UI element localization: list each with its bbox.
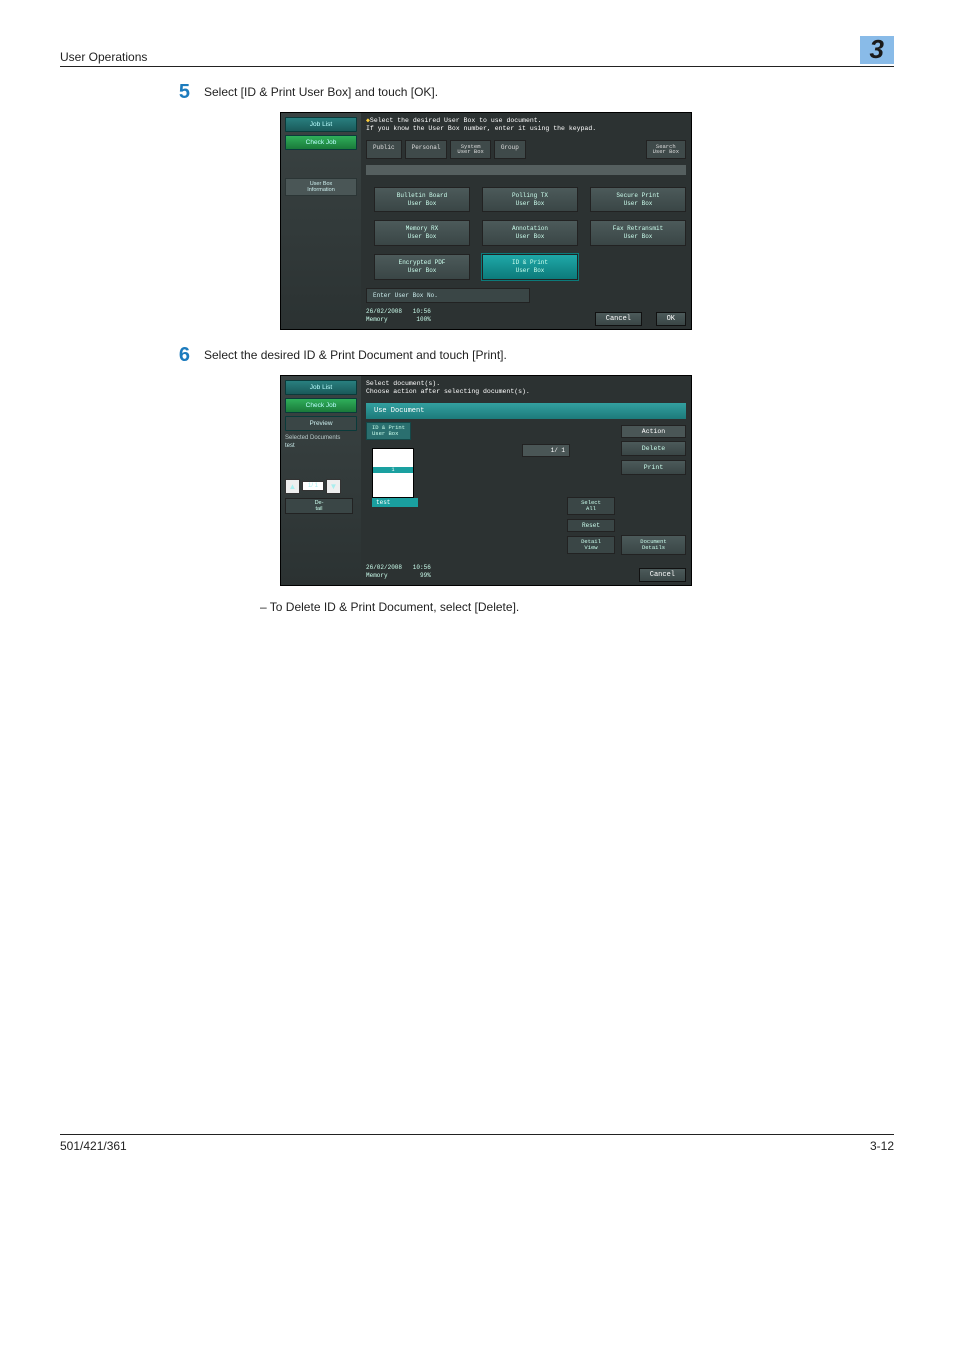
- tab-personal[interactable]: Personal: [405, 140, 448, 159]
- screenshot-user-box: Job List Check Job User Box Information …: [280, 112, 692, 330]
- msg2: If you know the User Box number, enter i…: [366, 125, 596, 132]
- step-number-6: 6: [160, 344, 190, 367]
- msg1: Select the desired User Box to use docum…: [370, 117, 542, 124]
- action-label: Action: [621, 425, 686, 438]
- print-button[interactable]: Print: [621, 460, 686, 475]
- footer-right: 3-12: [870, 1139, 894, 1153]
- cancel-button-2[interactable]: Cancel: [639, 568, 686, 582]
- document-details-button[interactable]: Document Details: [621, 535, 686, 555]
- ok-button[interactable]: OK: [656, 312, 686, 326]
- pager: ▲ 1/ 1 ▼: [285, 479, 357, 494]
- section-title: User Operations: [60, 50, 147, 64]
- tab-group[interactable]: Group: [494, 140, 526, 159]
- detail-view-button[interactable]: Detail View: [567, 536, 615, 554]
- page-indicator: 1/ 1: [302, 481, 324, 491]
- screenshot-id-print: Job List Check Job Preview Selected Docu…: [280, 375, 692, 586]
- fax-retransmit-box-button[interactable]: Fax Retransmit User Box: [590, 220, 686, 246]
- id-print-box-button[interactable]: ID & Print User Box: [482, 254, 578, 280]
- step-text-5: Select [ID & Print User Box] and touch […: [204, 85, 438, 99]
- footer-left: 501/421/361: [60, 1139, 127, 1153]
- encrypted-pdf-box-button[interactable]: Encrypted PDF User Box: [374, 254, 470, 280]
- check-job-button[interactable]: Check Job: [285, 135, 357, 150]
- msg1b: Select document(s).: [366, 380, 440, 387]
- tab-system[interactable]: System User Box: [450, 140, 490, 159]
- delete-note: – To Delete ID & Print Document, select …: [260, 600, 894, 614]
- selected-doc-name: test: [285, 443, 357, 449]
- step-number-5: 5: [160, 81, 190, 104]
- thumb-number: 1: [373, 467, 413, 473]
- cancel-button[interactable]: Cancel: [595, 312, 642, 326]
- page-up-icon[interactable]: ▲: [285, 479, 300, 494]
- job-list-button[interactable]: Job List: [285, 117, 357, 132]
- datetime-memory: 26/02/2008 10:56 Memory 100%: [366, 308, 431, 322]
- memory-rx-box-button[interactable]: Memory RX User Box: [374, 220, 470, 246]
- job-list-button-2[interactable]: Job List: [285, 380, 357, 395]
- thumb-label: test: [372, 498, 418, 507]
- id-print-sub-tab[interactable]: ID & Print User Box: [366, 422, 411, 440]
- msg2b: Choose action after selecting document(s…: [366, 388, 530, 395]
- user-box-info-tab[interactable]: User Box Information: [285, 178, 357, 196]
- label-strip: [366, 165, 686, 175]
- document-thumbnail[interactable]: 1: [372, 448, 414, 498]
- enter-user-box-label[interactable]: Enter User Box No.: [366, 288, 530, 303]
- bulletin-board-box-button[interactable]: Bulletin Board User Box: [374, 187, 470, 213]
- tab-public[interactable]: Public: [366, 140, 402, 159]
- annotation-box-button[interactable]: Annotation User Box: [482, 220, 578, 246]
- tab-search[interactable]: Search User Box: [646, 140, 686, 159]
- polling-tx-box-button[interactable]: Polling TX User Box: [482, 187, 578, 213]
- select-all-button[interactable]: Select All: [567, 497, 615, 515]
- detail-button[interactable]: De- tail: [285, 498, 353, 514]
- selected-docs-label: Selected Documents: [285, 435, 357, 441]
- chapter-number: 3: [860, 36, 894, 64]
- secure-print-box-button[interactable]: Secure Print User Box: [590, 187, 686, 213]
- datetime-memory-2: 26/02/2008 10:56 Memory 99%: [366, 564, 431, 578]
- delete-button[interactable]: Delete: [621, 441, 686, 456]
- check-job-button-2[interactable]: Check Job: [285, 398, 357, 413]
- reset-button[interactable]: Reset: [567, 519, 615, 532]
- use-document-tab[interactable]: Use Document: [366, 403, 686, 419]
- page-down-icon[interactable]: ▼: [326, 479, 341, 494]
- preview-button[interactable]: Preview: [285, 416, 357, 431]
- step-text-6: Select the desired ID & Print Document a…: [204, 348, 507, 362]
